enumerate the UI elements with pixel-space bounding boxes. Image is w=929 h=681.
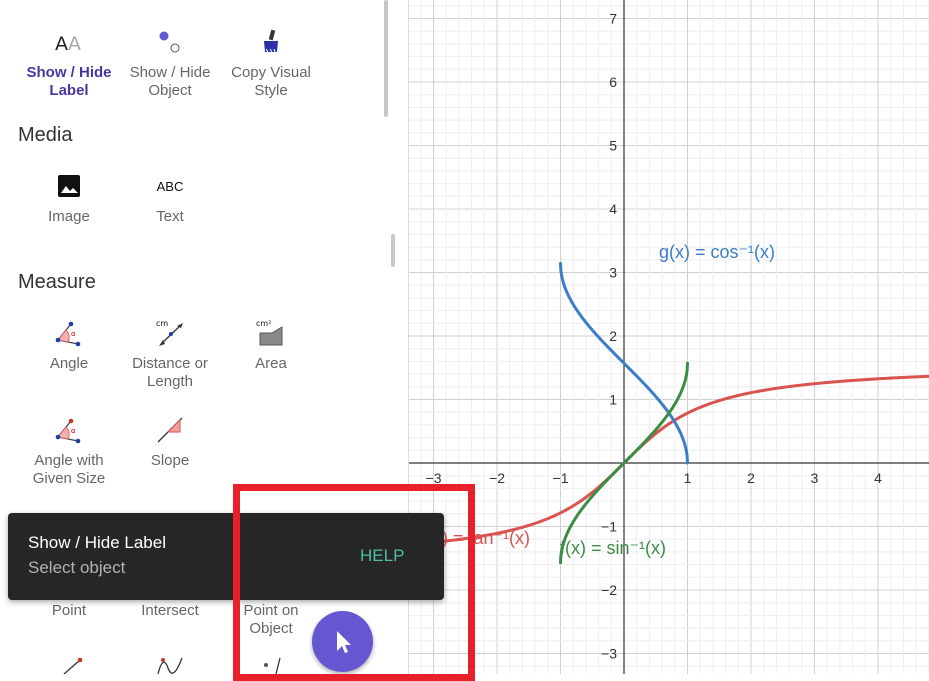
tool-label: Intersect (141, 602, 199, 619)
image-icon (49, 168, 89, 204)
panel-scrollbar[interactable] (384, 0, 388, 117)
text-icon-glyph: ABC (156, 178, 184, 194)
section-title-measure: Measure (18, 271, 96, 293)
tool-point-on-object[interactable]: Point on Object (216, 598, 326, 638)
tool-label: Object (148, 82, 192, 99)
tool-area[interactable]: cm² Area (216, 315, 326, 373)
tool-label: Style (254, 82, 288, 99)
tool-text[interactable]: ABC Text (115, 168, 225, 226)
y-tick-label: 5 (609, 138, 617, 154)
aa-label-icon: A A (49, 24, 89, 60)
tool-show-hide-label[interactable]: A A Show / Hide Label (14, 24, 124, 100)
tool-label: Slope (150, 452, 190, 469)
label-g: g(x) = cos⁻¹(x) (659, 242, 775, 262)
y-tick-label: 2 (609, 328, 617, 344)
tool-show-hide-object[interactable]: Show / Hide Object (115, 24, 225, 100)
show-hide-object-icon (150, 24, 190, 60)
y-tick-label: −3 (601, 646, 617, 662)
tool-label: Image (48, 208, 90, 225)
toast-title: Show / Hide Label (28, 533, 166, 552)
graphics-view[interactable]: −3 −2 −1 1 2 3 4 7 6 5 4 3 2 1 −1 −2 −3 g(x) = cos⁻¹(x) f(… (409, 0, 929, 674)
tool-help-toast: Show / Hide Label Select object HELP (8, 513, 444, 600)
area-unit: cm² (256, 319, 271, 328)
tool-label: Show / Hide (26, 64, 112, 81)
tool-label: Text (156, 208, 184, 225)
tool-image[interactable]: Image (14, 168, 124, 226)
tool-angle[interactable]: α Angle (14, 315, 124, 373)
y-tick-label: −2 (601, 582, 617, 598)
x-tick-label: −3 (426, 470, 442, 486)
tool-label: Given Size (32, 470, 106, 487)
x-tick-label: 3 (811, 470, 819, 486)
attach-point-icon (264, 657, 281, 674)
help-button[interactable]: HELP (360, 546, 404, 566)
y-tick-label: 6 (609, 74, 617, 90)
slope-icon (150, 412, 190, 448)
y-tick-label: 7 (609, 11, 617, 27)
angle-icon: α (49, 315, 89, 351)
y-tick-label: 1 (609, 392, 617, 408)
angle-given-size-icon: α (49, 412, 89, 448)
coordinate-plane[interactable]: −3 −2 −1 1 2 3 4 7 6 5 4 3 2 1 −1 −2 −3 g(x) = cos⁻¹(x) f(… (409, 0, 929, 674)
tool-label: Copy Visual (231, 64, 311, 81)
x-tick-label: 4 (874, 470, 882, 486)
svg-text:α: α (71, 427, 76, 435)
x-tick-label: −2 (489, 470, 505, 486)
svg-text:A: A (55, 33, 68, 53)
tool-distance-or-length[interactable]: cm Distance or Length (115, 315, 225, 391)
tool-copy-visual-style[interactable]: Copy Visual Style (216, 24, 326, 100)
svg-text:A: A (68, 33, 81, 53)
curve-h (409, 374, 929, 547)
tool-point[interactable]: Point (14, 598, 124, 620)
tool-label: Area (255, 355, 287, 372)
brush-icon (251, 24, 291, 60)
toast-subtitle: Select object (28, 558, 126, 577)
distance-icon: cm (150, 315, 190, 351)
tool-label: Angle with (34, 452, 104, 469)
tool-intersect[interactable]: Intersect (115, 598, 225, 620)
tool-label: Distance or (132, 355, 208, 372)
function-inspector-icon (157, 657, 183, 674)
tool-slope[interactable]: Slope (115, 412, 225, 470)
tool-label: Point (51, 602, 87, 619)
x-tick-label: −1 (553, 470, 569, 486)
tool-label: Angle (49, 355, 89, 372)
label-f: f(x) = sin⁻¹(x) (560, 538, 666, 558)
y-tick-label: 3 (609, 265, 617, 281)
text-icon: ABC (150, 168, 190, 204)
segment-icon (63, 657, 83, 674)
x-tick-label: 1 (684, 470, 692, 486)
distance-unit: cm (156, 319, 168, 328)
x-tick-label: 2 (747, 470, 755, 486)
y-tick-label: −1 (601, 519, 617, 535)
panel-scrollbar-secondary[interactable] (391, 234, 395, 267)
tool-label: Show / Hide (129, 64, 211, 81)
area-icon: cm² (251, 315, 291, 351)
tool-label: Point on (243, 602, 299, 619)
tool-label: Label (49, 82, 89, 99)
tool-angle-with-given-size[interactable]: α Angle with Given Size (14, 412, 124, 488)
tool-label: Object (249, 620, 293, 637)
section-title-media: Media (18, 124, 73, 146)
move-tool-fab[interactable] (312, 611, 373, 672)
tool-label: Length (147, 373, 193, 390)
svg-text:α: α (71, 330, 76, 338)
cursor-arrow-icon (336, 630, 351, 653)
y-tick-label: 4 (609, 201, 617, 217)
